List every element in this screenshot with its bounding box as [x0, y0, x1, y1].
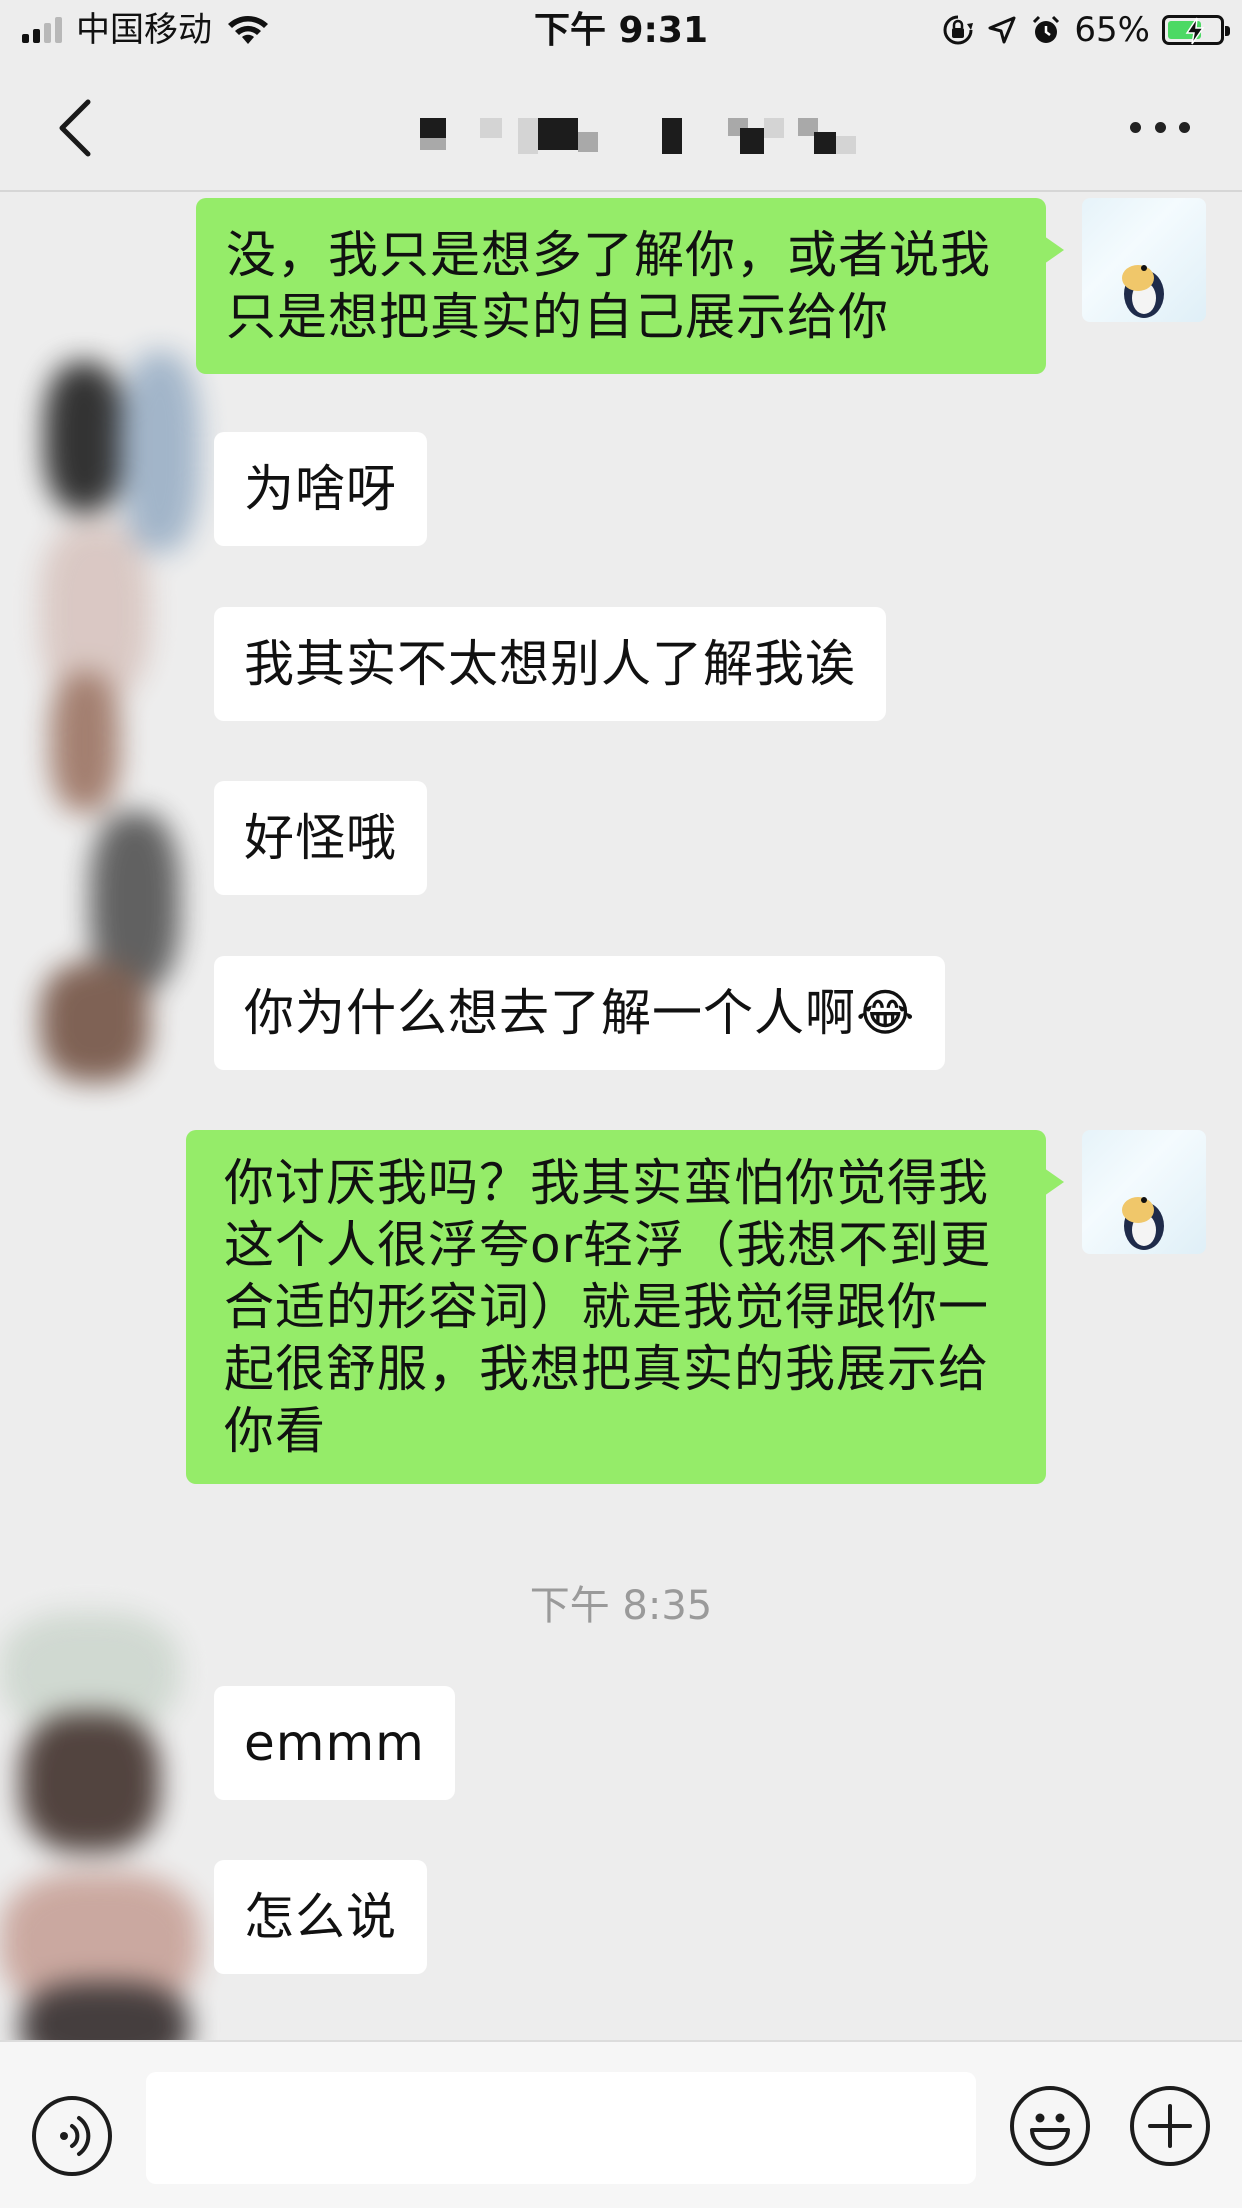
orientation-lock-icon	[943, 15, 974, 45]
status-bar: 中国移动 下午 9:31 65%	[0, 0, 1242, 62]
message-bubble-received[interactable]: emmm	[214, 1686, 455, 1800]
message-bubble-received[interactable]: 你为什么想去了解一个人啊😂	[214, 956, 946, 1070]
alarm-icon	[1033, 15, 1060, 43]
penguin-avatar-icon	[1122, 1197, 1164, 1250]
message-bubble-received[interactable]: 怎么说	[214, 1860, 427, 1974]
location-icon	[988, 16, 1016, 44]
back-button[interactable]	[52, 96, 100, 160]
ellipsis-icon	[1130, 121, 1141, 133]
chat-area[interactable]: 没，我只是想多了解你，或者说我只是想把真实的自己展示给你 为啥呀 我其实不太想别…	[0, 192, 1242, 2040]
battery-icon	[1162, 15, 1230, 45]
nav-bar	[0, 62, 1242, 192]
message-text: 你为什么想去了解一个人啊	[244, 984, 856, 1042]
message-bubble-received[interactable]: 为啥呀	[214, 432, 427, 546]
chat-title-pixelated	[400, 114, 900, 158]
voice-button[interactable]	[32, 2096, 112, 2176]
message-bubble-received[interactable]: 我其实不太想别人了解我诶	[214, 607, 886, 721]
my-avatar[interactable]	[1082, 198, 1206, 322]
emoji-icon	[1030, 2113, 1070, 2150]
more-options-button[interactable]	[1130, 112, 1190, 142]
charging-bolt-icon	[1185, 17, 1205, 45]
chat-timestamp: 下午 8:35	[529, 1583, 713, 1629]
message-bubble-sent[interactable]: 没，我只是想多了解你，或者说我只是想把真实的自己展示给你	[196, 198, 1064, 374]
contact-avatar-blurred	[0, 342, 230, 1082]
penguin-avatar-icon	[1122, 265, 1164, 318]
plus-button[interactable]	[1130, 2086, 1210, 2166]
contact-avatar-blurred	[0, 1592, 230, 2040]
message-bubble-sent[interactable]: 你讨厌我吗？我其实蛮怕你觉得我这个人很浮夸or轻浮（我想不到更合适的形容词）就是…	[186, 1130, 1064, 1484]
plus-icon	[1148, 2104, 1192, 2148]
battery-percent: 65%	[1074, 10, 1150, 50]
emoji-button[interactable]	[1010, 2086, 1090, 2166]
message-bubble-received[interactable]: 好怪哦	[214, 781, 427, 895]
voice-icon	[60, 2116, 91, 2156]
laughing-crying-emoji-icon: 😂	[856, 984, 916, 1042]
my-avatar[interactable]	[1082, 1130, 1206, 1254]
status-right: 65%	[942, 10, 1230, 50]
message-input[interactable]	[146, 2072, 976, 2184]
input-bar	[0, 2040, 1242, 2208]
